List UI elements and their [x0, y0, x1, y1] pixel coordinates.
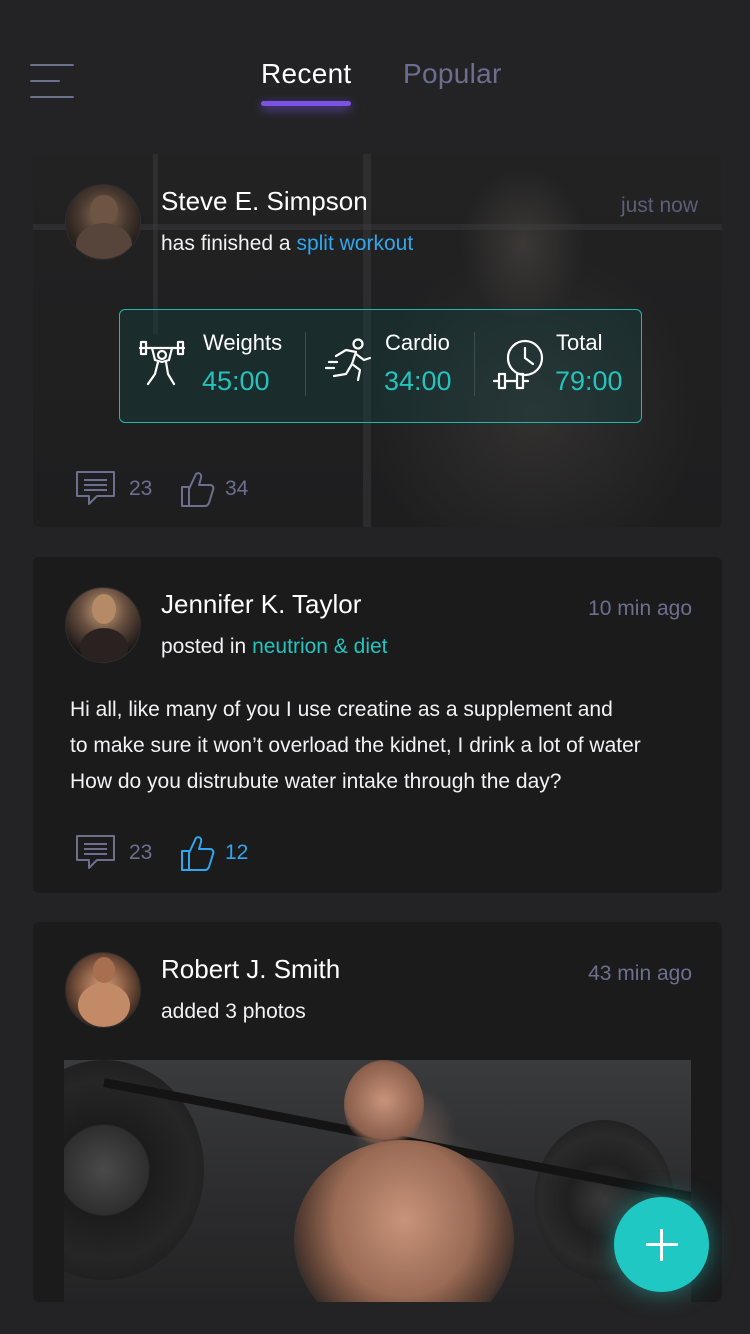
avatar[interactable]: [65, 587, 141, 663]
post-line: to make sure it won’t overload the kidne…: [70, 734, 641, 757]
tab-popular[interactable]: Popular: [403, 58, 502, 90]
runner-icon: [324, 338, 372, 382]
author-name[interactable]: Robert J. Smith: [161, 954, 340, 985]
post-line: How do you distrubute water intake throu…: [70, 770, 562, 793]
feed-item-workout[interactable]: Steve E. Simpson has finished a split wo…: [33, 154, 722, 527]
activity-link[interactable]: split workout: [296, 232, 413, 255]
stat-weights: Weights 45:00: [120, 310, 305, 422]
timestamp: just now: [620, 194, 698, 217]
stat-value: 45:00: [202, 366, 270, 396]
stat-label: Weights: [203, 330, 283, 355]
top-bar: Recent Popular: [0, 0, 750, 140]
stat-total: Total 79:00: [475, 310, 641, 422]
comment-button[interactable]: 23: [75, 469, 175, 509]
weightlifter-icon: [138, 340, 186, 386]
like-count: 12: [225, 841, 249, 864]
timestamp: 10 min ago: [588, 597, 692, 620]
add-post-button[interactable]: [614, 1197, 709, 1292]
avatar[interactable]: [65, 184, 141, 260]
like-count: 34: [225, 477, 249, 500]
comment-count: 23: [129, 841, 153, 864]
stat-label: Total: [556, 330, 603, 355]
avatar[interactable]: [65, 952, 141, 1028]
activity-text: posted in neutrion & diet: [161, 635, 388, 659]
like-button[interactable]: 12: [179, 833, 279, 873]
timestamp: 43 min ago: [588, 962, 692, 985]
stat-cardio: Cardio 34:00: [306, 310, 474, 422]
hamburger-menu-icon[interactable]: [30, 62, 74, 100]
author-name[interactable]: Steve E. Simpson: [161, 186, 368, 217]
post-body: Hi all, like many of you I use creatine …: [70, 692, 710, 800]
author-name[interactable]: Jennifer K. Taylor: [161, 589, 361, 620]
stat-value: 79:00: [555, 366, 623, 396]
feed-item-post[interactable]: Jennifer K. Taylor posted in neutrion & …: [33, 557, 722, 893]
stat-label: Cardio: [385, 330, 450, 355]
active-tab-indicator: [261, 101, 351, 106]
activity-text: has finished a split workout: [161, 232, 413, 256]
tab-recent[interactable]: Recent: [261, 58, 352, 90]
activity-prefix: has finished a: [161, 232, 291, 255]
post-actions: 23 34: [75, 469, 315, 509]
comment-count: 23: [129, 477, 153, 500]
thumbs-up-icon: [181, 836, 215, 871]
post-line: Hi all, like many of you I use creatine …: [70, 698, 613, 721]
activity-prefix: posted in: [161, 635, 247, 658]
workout-stats-panel: Weights 45:00 Cardio 34:00 Total 79:00: [119, 309, 642, 423]
post-photo[interactable]: [64, 1060, 691, 1302]
thumbs-up-icon: [181, 472, 215, 507]
comment-icon: [76, 471, 115, 505]
stat-value: 34:00: [384, 366, 452, 396]
category-link[interactable]: neutrion & diet: [252, 635, 387, 658]
activity-text: added 3 photos: [161, 1000, 306, 1023]
post-actions: 23 12: [75, 833, 315, 873]
like-button[interactable]: 34: [179, 469, 279, 509]
clock-dumbbell-icon: [492, 339, 544, 390]
comment-button[interactable]: 23: [75, 833, 175, 873]
comment-icon: [76, 835, 115, 869]
